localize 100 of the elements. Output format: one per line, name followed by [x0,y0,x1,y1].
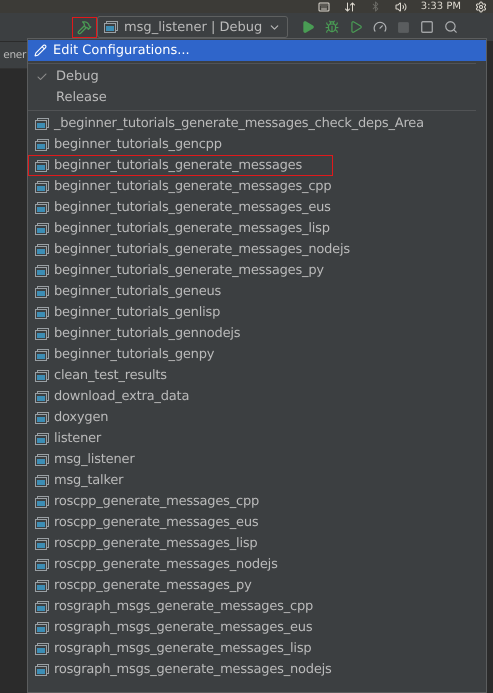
window-icon [35,642,49,654]
window-icon [35,348,49,360]
network-icon[interactable] [344,0,356,12]
target-item[interactable]: listener [28,428,132,449]
target-label: beginner_tutorials_generate_messages_nodejs [54,242,350,257]
search-icon [444,20,458,34]
window-icon [35,202,49,214]
terminal-icon [420,20,434,34]
window-icon [35,454,49,466]
configuration-dropdown[interactable]: msg_listener | Debug [97,16,288,38]
play-icon [301,20,316,34]
target-label: rosgraph_msgs_generate_messages_cpp [54,599,314,614]
target-label: beginner_tutorials_generate_messages [54,158,302,173]
target-label: beginner_tutorials_genpy [54,347,214,362]
target-label: download_extra_data [54,389,190,404]
target-item[interactable]: beginner_tutorials_generate_messages [28,155,334,176]
window-icon [35,622,49,634]
target-label: beginner_tutorials_gennodejs [54,326,240,341]
window-icon [104,21,118,33]
target-item[interactable]: beginner_tutorials_genpy [28,344,246,365]
target-item[interactable]: msg_listener [28,449,166,470]
target-item[interactable]: roscpp_generate_messages_lisp [28,533,288,554]
target-label: roscpp_generate_messages_nodejs [54,557,278,572]
build-type-item[interactable]: Release [28,87,486,108]
pencil-icon [34,44,47,57]
target-label: rosgraph_msgs_generate_messages_nodejs [54,662,332,677]
target-item[interactable]: beginner_tutorials_generate_messages_py [28,260,355,281]
target-label: roscpp_generate_messages_py [54,578,252,593]
target-label: beginner_tutorials_gencpp [54,137,222,152]
window-icon [35,664,49,676]
volume-icon[interactable] [394,0,407,12]
gauge-icon [373,20,388,34]
target-item[interactable]: rosgraph_msgs_generate_messages_lisp [28,638,342,659]
target-item[interactable]: beginner_tutorials_gennodejs [28,323,272,344]
target-label: beginner_tutorials_generate_messages_lisp [54,221,330,236]
target-item[interactable]: rosgraph_msgs_generate_messages_nodejs [28,659,363,680]
window-icon [35,432,49,444]
target-label: doxygen [54,410,108,425]
window-icon [35,516,49,528]
target-item[interactable]: beginner_tutorials_geneus [28,281,252,302]
window-icon [35,180,49,192]
target-item[interactable]: beginner_tutorials_generate_messages_lisp [28,218,361,239]
target-label: roscpp_generate_messages_eus [54,515,258,530]
window-icon [35,118,49,130]
window-icon [35,244,49,256]
target-item[interactable]: roscpp_generate_messages_py [28,575,283,596]
target-label: roscpp_generate_messages_lisp [54,536,258,551]
clock-time[interactable]: 3:33 PM [420,0,461,13]
target-label: msg_talker [54,473,124,488]
target-label: rosgraph_msgs_generate_messages_lisp [54,641,312,656]
play-outline-icon [349,20,364,34]
window-icon [35,370,49,382]
target-label: roscpp_generate_messages_cpp [54,494,260,509]
window-icon [35,558,49,570]
target-item[interactable]: doxygen [28,407,140,428]
target-label: beginner_tutorials_generate_messages_eus [54,200,331,215]
target-item[interactable]: rosgraph_msgs_generate_messages_eus [28,617,344,638]
window-icon [35,474,49,486]
target-item[interactable]: clean_test_results [28,365,198,386]
window-icon [35,138,49,150]
window-icon [35,264,49,276]
window-icon [35,286,49,298]
keyboard-icon[interactable] [318,0,330,12]
window-icon [35,412,49,424]
bug-icon [325,20,340,34]
window-icon [35,600,49,612]
target-item[interactable]: msg_talker [28,470,154,491]
target-label: beginner_tutorials_generate_messages_cpp [54,179,332,194]
edit-configurations-item[interactable]: Edit Configurations... [28,40,486,61]
target-label: clean_test_results [54,368,167,383]
build-type-label: Release [56,90,107,105]
target-label: _beginner_tutorials_generate_messages_check_deps_Area [54,116,424,131]
hammer-icon [77,20,92,34]
target-item[interactable]: beginner_tutorials_generate_messages_eus [28,197,362,218]
build-button[interactable] [72,16,97,38]
target-item[interactable]: roscpp_generate_messages_eus [28,512,290,533]
target-item[interactable]: rosgraph_msgs_generate_messages_cpp [28,596,344,617]
target-item[interactable]: beginner_tutorials_generate_messages_cpp [28,176,362,197]
target-item[interactable]: beginner_tutorials_generate_messages_nodejs [28,239,381,260]
target-item[interactable]: roscpp_generate_messages_cpp [28,491,290,512]
target-label: beginner_tutorials_genlisp [54,305,220,320]
target-item[interactable]: beginner_tutorials_gencpp [28,134,253,155]
window-icon [35,306,49,318]
window-icon [35,160,49,172]
window-icon [35,222,49,234]
window-icon [35,538,49,550]
target-label: listener [54,431,102,446]
target-item[interactable]: roscpp_generate_messages_nodejs [28,554,309,575]
target-label: msg_listener [54,452,134,467]
window-icon [35,390,49,402]
build-type-item[interactable]: Debug [28,66,486,87]
settings-icon[interactable] [475,0,487,12]
target-item[interactable]: _beginner_tutorials_generate_messages_check_deps_Area [28,113,455,134]
build-type-label: Debug [56,69,99,84]
window-icon [35,496,49,508]
target-item[interactable]: download_extra_data [28,386,220,407]
target-item[interactable]: beginner_tutorials_genlisp [28,302,252,323]
target-label: beginner_tutorials_geneus [54,284,222,299]
stop-icon [397,20,410,34]
target-label: beginner_tutorials_generate_messages_py [54,263,324,278]
